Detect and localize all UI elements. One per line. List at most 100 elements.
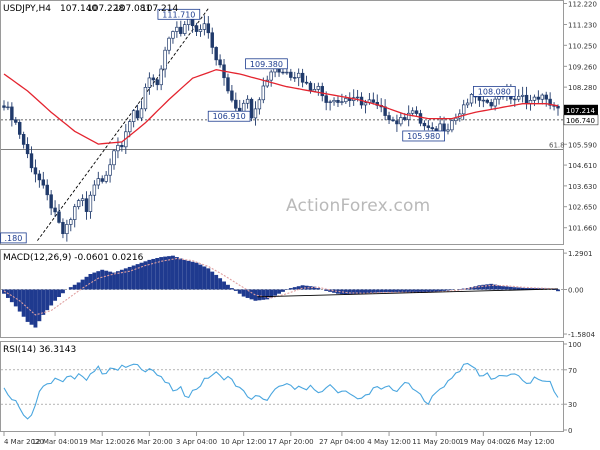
- candle: [61, 218, 65, 239]
- candle: [25, 137, 30, 159]
- rsi-title: RSI(14) 36.3143: [3, 345, 76, 355]
- candle: [21, 131, 26, 149]
- candle: [548, 92, 552, 110]
- candle: [340, 93, 344, 106]
- candle-body: [469, 94, 474, 104]
- candle-body: [336, 100, 340, 103]
- candle-body: [308, 82, 313, 92]
- candle: [399, 112, 403, 127]
- candle-body: [403, 117, 407, 120]
- candle: [96, 171, 101, 190]
- candle: [210, 27, 214, 55]
- candle-body: [84, 198, 89, 212]
- candle: [245, 95, 250, 109]
- candle: [151, 74, 156, 87]
- candle: [285, 68, 289, 75]
- price-annotation: .180: [0, 232, 27, 244]
- candle: [33, 159, 38, 183]
- candle-body: [328, 101, 332, 103]
- candle-body: [355, 96, 360, 99]
- candle-body: [450, 120, 454, 131]
- candle: [489, 98, 493, 109]
- candle-body: [253, 108, 258, 119]
- candle: [426, 120, 431, 131]
- candle-body: [414, 110, 419, 114]
- candle: [387, 111, 391, 125]
- rsi-y-tick-label: 70: [568, 367, 577, 375]
- candle-body: [143, 87, 148, 110]
- candle: [320, 82, 324, 102]
- candle: [194, 22, 199, 36]
- candle-body: [513, 98, 517, 101]
- price-y-tick-label: 105.590: [568, 141, 597, 149]
- candle: [304, 75, 309, 85]
- annotation-label: .180: [5, 234, 23, 243]
- macd-title: MACD(12,26,9) -0.0601 0.0216: [3, 253, 144, 263]
- candle-body: [33, 167, 38, 175]
- candle-body: [61, 222, 65, 235]
- candle: [100, 175, 104, 184]
- candle: [45, 179, 49, 201]
- candle-body: [485, 99, 489, 103]
- candle-body: [465, 102, 470, 106]
- candle: [222, 59, 226, 86]
- candle: [414, 106, 419, 116]
- candle-body: [489, 102, 493, 107]
- candle: [461, 99, 466, 121]
- x-tick-label: 26 Mar 20:00: [126, 438, 173, 446]
- candle-body: [296, 72, 301, 79]
- candle-body: [387, 115, 391, 121]
- x-tick-label: 27 Apr 04:00: [319, 438, 365, 446]
- macd-layer: 1.2901 0.00 -1.5804: [1, 250, 596, 339]
- candle-body: [446, 129, 450, 132]
- candle: [391, 116, 395, 122]
- candle: [446, 123, 450, 135]
- price-y-tick-label: 101.660: [568, 225, 597, 233]
- x-tick-label: 3 Apr 04:00: [176, 438, 217, 446]
- candle-body: [116, 145, 120, 152]
- candle: [296, 68, 301, 87]
- candle: [249, 97, 254, 122]
- candle: [108, 158, 112, 183]
- candle-body: [536, 96, 541, 100]
- candle-body: [92, 184, 97, 196]
- rsi-y-tick-label: 100: [568, 341, 581, 349]
- candle-body: [544, 94, 548, 100]
- candle: [226, 73, 230, 94]
- candle: [214, 46, 218, 66]
- candle: [147, 72, 152, 95]
- candle: [528, 94, 533, 111]
- candle: [116, 137, 120, 159]
- candle-body: [159, 68, 163, 86]
- macd-y-tick-label: 1.2901: [568, 250, 593, 258]
- candle: [234, 92, 238, 112]
- candle: [269, 69, 273, 87]
- x-tick-label: 11 May 20:00: [412, 438, 460, 446]
- candle-body: [524, 94, 529, 105]
- candle: [395, 114, 399, 132]
- candle-body: [65, 224, 69, 235]
- price-annotation: 106.910: [207, 110, 251, 122]
- candle: [289, 68, 293, 81]
- candle: [332, 97, 336, 106]
- candle-body: [520, 94, 525, 97]
- candle-body: [167, 37, 171, 51]
- candle: [328, 99, 332, 111]
- candle-body: [69, 219, 73, 225]
- candle: [80, 194, 85, 207]
- candle: [143, 83, 148, 112]
- candle-body: [461, 104, 466, 115]
- candle-body: [540, 94, 544, 100]
- candle-body: [206, 23, 211, 34]
- candle: [406, 105, 411, 127]
- candle: [198, 24, 203, 37]
- candle: [171, 30, 175, 44]
- candle-body: [2, 105, 6, 108]
- candle: [159, 65, 163, 91]
- candle-body: [418, 113, 423, 124]
- candle-body: [80, 198, 85, 201]
- candle-body: [57, 211, 61, 223]
- candle-body: [293, 77, 297, 79]
- candle-body: [497, 96, 501, 100]
- candle-body: [410, 110, 415, 114]
